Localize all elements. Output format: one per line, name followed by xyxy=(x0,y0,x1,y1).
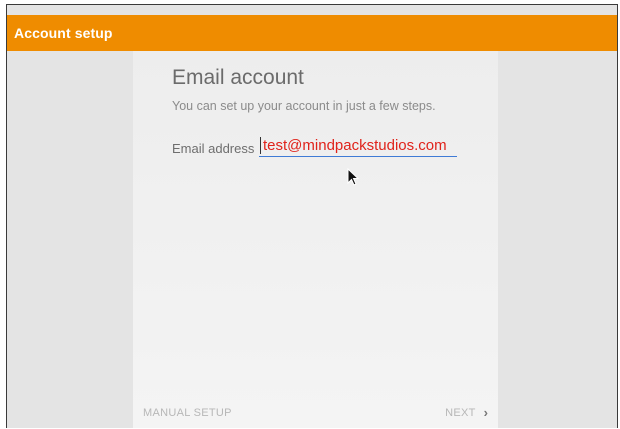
footer-bar: MANUAL SETUP NEXT › xyxy=(133,399,498,428)
email-label: Email address xyxy=(172,141,255,156)
next-button[interactable]: NEXT › xyxy=(445,405,488,420)
app-bar: Account setup xyxy=(7,15,617,51)
text-caret xyxy=(260,137,261,154)
email-field[interactable] xyxy=(259,135,457,157)
page-subtitle: You can set up your account in just a fe… xyxy=(172,99,436,113)
manual-setup-button[interactable]: MANUAL SETUP xyxy=(143,407,232,419)
mouse-pointer-icon xyxy=(347,168,360,186)
chevron-right-icon: › xyxy=(483,405,488,420)
app-bar-title: Account setup xyxy=(14,25,113,41)
next-button-label: NEXT xyxy=(445,406,476,419)
setup-panel: Email account You can set up your accoun… xyxy=(133,51,498,428)
app-window: Account setup Email account You can set … xyxy=(6,4,618,428)
page-title: Email account xyxy=(172,66,304,89)
